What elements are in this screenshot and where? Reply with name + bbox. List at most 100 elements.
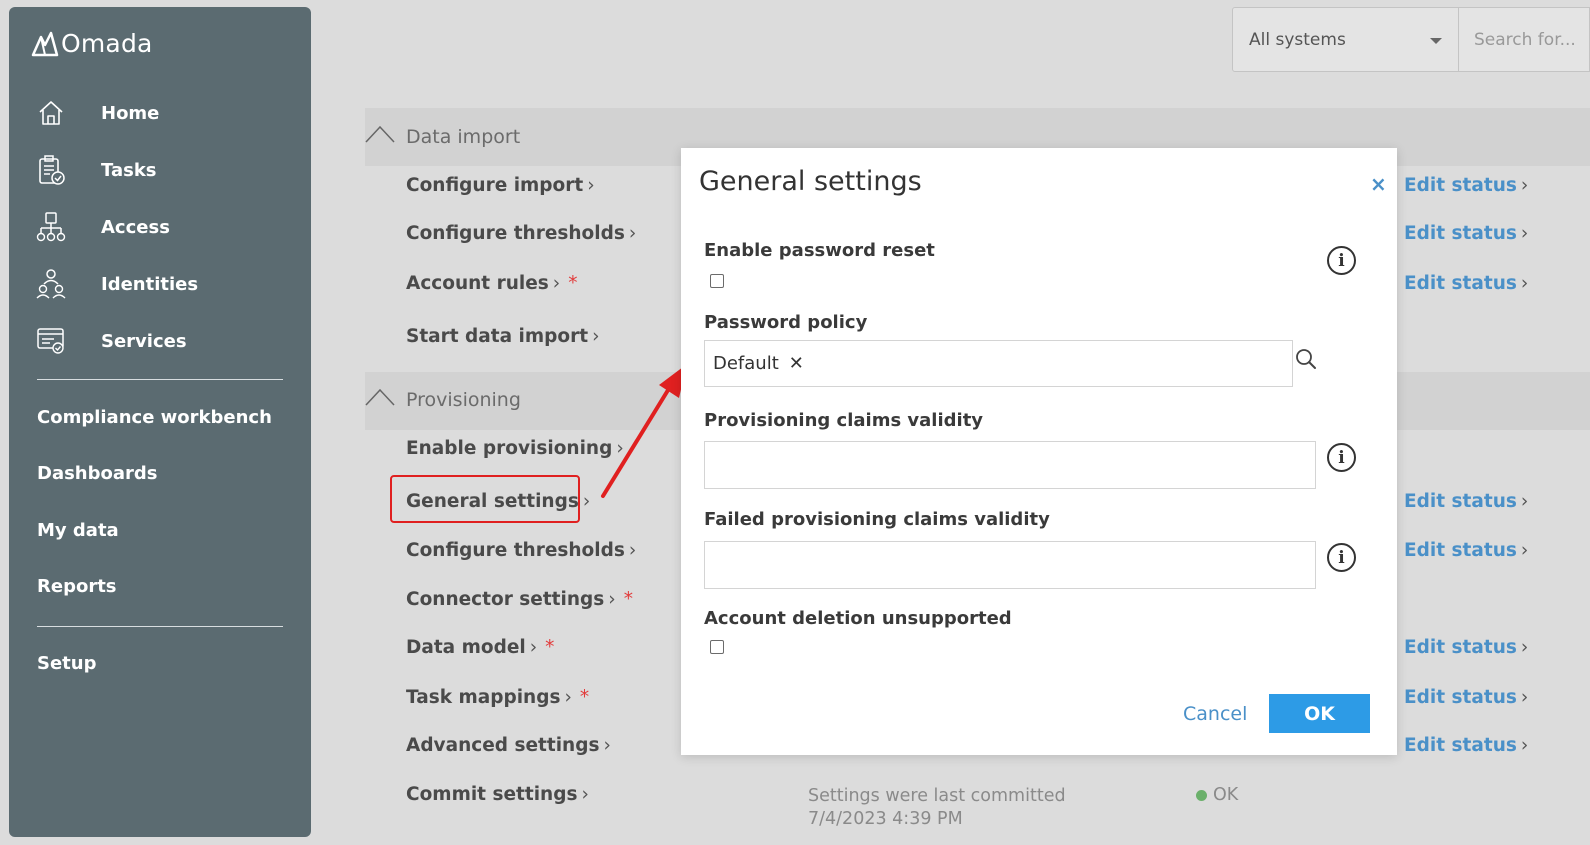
provisioning-claims-validity-input[interactable] — [704, 441, 1316, 489]
general-settings-dialog: General settings × Enable password reset… — [681, 148, 1397, 755]
nav-access-label: Access — [101, 216, 170, 238]
item-label: Start data import — [406, 326, 589, 347]
annotation-highlight-box — [390, 475, 580, 523]
account-rules-link[interactable]: Account rules › * — [406, 273, 577, 294]
sidebar: Omada Home Tasks Access Identities Servi… — [9, 7, 311, 837]
chevron-right-icon: › — [564, 687, 572, 708]
search-input[interactable]: Search for... — [1459, 7, 1590, 72]
nav-dashboards[interactable]: Dashboards — [37, 463, 158, 484]
section-title: Data import — [406, 126, 521, 148]
nav-tasks[interactable]: Tasks — [35, 150, 285, 190]
item-label: Advanced settings — [406, 735, 600, 756]
annotation-arrow-icon — [601, 364, 687, 498]
configure-thresholds-link[interactable]: Configure thresholds › — [406, 540, 636, 561]
nav-services-label: Services — [101, 330, 187, 352]
home-icon — [35, 97, 67, 129]
status-dot-icon — [1196, 789, 1207, 801]
edit-status-label: Edit status — [1404, 491, 1517, 512]
enable-password-reset-checkbox[interactable] — [710, 274, 724, 288]
edit-status-link[interactable]: Edit status › — [1404, 175, 1528, 196]
configure-import-link[interactable]: Configure import › — [406, 175, 595, 196]
edit-status-link[interactable]: Edit status › — [1404, 637, 1528, 658]
provisioning-claims-validity-label: Provisioning claims validity — [704, 410, 984, 431]
nav-compliance-workbench[interactable]: Compliance workbench — [37, 407, 272, 428]
nav-setup[interactable]: Setup — [37, 653, 96, 674]
cancel-button[interactable]: Cancel — [1183, 703, 1247, 725]
commit-timestamp: 7/4/2023 4:39 PM — [808, 809, 963, 829]
remove-icon[interactable]: ✕ — [789, 353, 804, 374]
chevron-right-icon: › — [529, 637, 538, 658]
status-text: OK — [1213, 785, 1239, 805]
advanced-settings-link[interactable]: Advanced settings › — [406, 735, 611, 756]
edit-status-link[interactable]: Edit status › — [1404, 223, 1528, 244]
nav-identities-label: Identities — [101, 273, 199, 295]
collapse-chevron-icon[interactable] — [365, 124, 395, 144]
search-icon[interactable] — [1295, 348, 1317, 370]
chevron-right-icon: › — [1520, 637, 1529, 658]
edit-status-link[interactable]: Edit status › — [1404, 273, 1528, 294]
sidebar-divider — [37, 626, 283, 627]
commit-info-line: Settings were last committed — [808, 786, 1066, 806]
nav-home[interactable]: Home — [35, 93, 285, 133]
edit-status-link[interactable]: Edit status › — [1404, 491, 1528, 512]
item-label: Data model — [406, 637, 526, 658]
account-deletion-unsupported-checkbox[interactable] — [710, 640, 724, 654]
edit-status-link[interactable]: Edit status › — [1404, 735, 1528, 756]
enable-provisioning-link[interactable]: Enable provisioning › — [406, 438, 624, 459]
failed-provisioning-claims-validity-input[interactable] — [704, 541, 1316, 589]
nav-access[interactable]: Access — [35, 207, 285, 247]
omada-logo-icon — [31, 31, 59, 56]
item-label: Enable provisioning — [406, 438, 613, 459]
chevron-right-icon: › — [592, 326, 600, 347]
chevron-right-icon: › — [608, 589, 616, 610]
nav-tasks-label: Tasks — [101, 159, 157, 181]
identities-icon — [35, 268, 67, 300]
info-icon[interactable]: i — [1327, 443, 1356, 472]
ok-button[interactable]: OK — [1269, 694, 1370, 733]
start-data-import-link[interactable]: Start data import › — [406, 326, 600, 347]
failed-provisioning-claims-validity-label: Failed provisioning claims validity — [704, 509, 1050, 530]
info-icon[interactable]: i — [1327, 543, 1356, 572]
dialog-title: General settings — [699, 166, 922, 197]
required-marker: * — [568, 273, 578, 294]
status-badge: OK — [1196, 785, 1238, 805]
info-icon[interactable]: i — [1327, 246, 1356, 275]
password-policy-field[interactable]: Default ✕ — [704, 340, 1293, 387]
nav-identities[interactable]: Identities — [35, 264, 285, 304]
data-model-link[interactable]: Data model › * — [406, 637, 554, 658]
close-icon[interactable]: × — [1370, 172, 1387, 196]
password-policy-label: Password policy — [704, 312, 868, 333]
commit-settings-link[interactable]: Commit settings › — [406, 784, 589, 805]
nav-reports[interactable]: Reports — [37, 576, 117, 597]
chevron-right-icon: › — [1520, 687, 1529, 708]
edit-status-label: Edit status — [1404, 175, 1517, 196]
chevron-right-icon: › — [603, 735, 611, 756]
access-icon — [35, 211, 67, 243]
nav-services[interactable]: Services — [35, 321, 285, 361]
nav-my-data[interactable]: My data — [37, 520, 119, 541]
task-mappings-link[interactable]: Task mappings › * — [406, 687, 589, 708]
required-marker: * — [579, 687, 590, 708]
edit-status-label: Edit status — [1404, 273, 1517, 294]
enable-password-reset-label: Enable password reset — [704, 240, 935, 261]
chevron-right-icon: › — [587, 175, 595, 196]
sidebar-divider — [37, 379, 283, 380]
edit-status-link[interactable]: Edit status › — [1404, 687, 1528, 708]
system-select-value: All systems — [1249, 29, 1346, 50]
connector-settings-link[interactable]: Connector settings › * — [406, 589, 633, 610]
required-marker: * — [623, 589, 633, 610]
chevron-right-icon: › — [1520, 223, 1529, 244]
item-label: Configure import — [406, 175, 584, 196]
edit-status-label: Edit status — [1404, 735, 1517, 756]
collapse-chevron-icon[interactable] — [365, 387, 395, 407]
chevron-right-icon: › — [582, 491, 591, 512]
item-label: Commit settings — [406, 784, 578, 805]
chevron-down-icon — [1430, 38, 1442, 44]
edit-status-label: Edit status — [1404, 637, 1517, 658]
chevron-right-icon: › — [628, 223, 637, 244]
brand-name: Omada — [61, 29, 153, 58]
omada-logo[interactable]: Omada — [31, 29, 153, 58]
system-select[interactable]: All systems — [1232, 7, 1459, 72]
configure-thresholds-link[interactable]: Configure thresholds › — [406, 223, 636, 244]
edit-status-link[interactable]: Edit status › — [1404, 540, 1528, 561]
